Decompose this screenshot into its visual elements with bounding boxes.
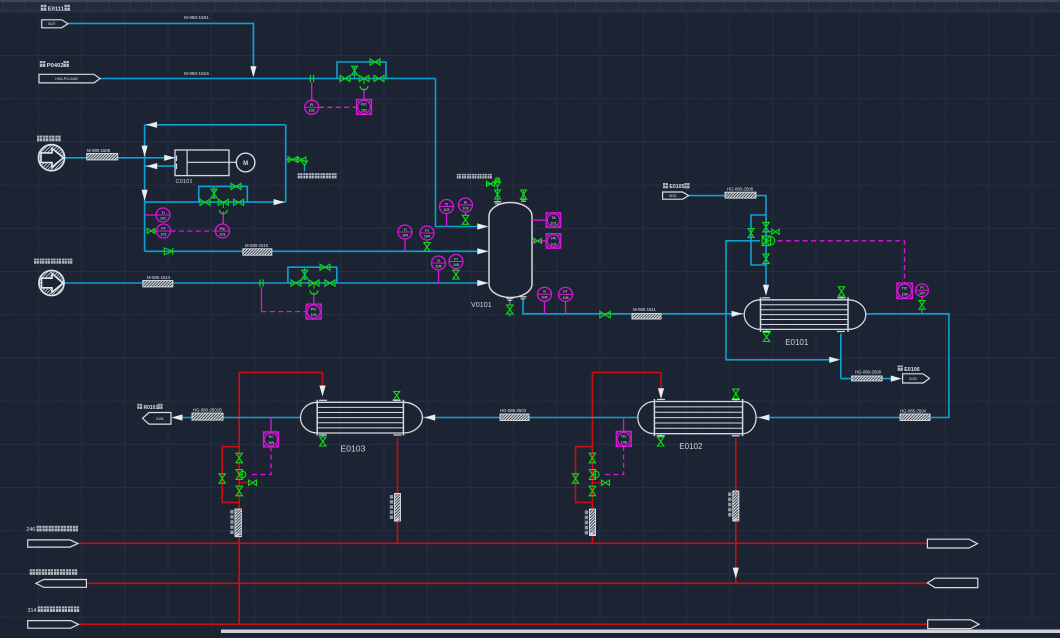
svg-text:HG-085-2504: HG-085-2504 [900, 408, 927, 413]
svg-text:105: 105 [453, 263, 459, 267]
svg-text:E0105: E0105 [669, 184, 684, 190]
svg-text:106: 106 [621, 441, 627, 445]
svg-text:104: 104 [402, 233, 408, 237]
svg-text:TIC: TIC [268, 435, 274, 439]
svg-text:HG-080-2506: HG-080-2506 [727, 186, 754, 191]
svg-text:101: 101 [160, 216, 166, 220]
svg-text:TA: TA [551, 216, 556, 220]
svg-text:TI: TI [403, 228, 406, 232]
svg-text:PI: PI [454, 257, 457, 261]
svg-text:P0402: P0402 [47, 63, 64, 69]
svg-text:0103: 0103 [909, 377, 917, 381]
svg-text:M-080-1501: M-080-1501 [184, 15, 209, 20]
svg-text:M-080-1511: M-080-1511 [633, 307, 656, 312]
svg-text:C0101: C0101 [176, 179, 193, 185]
svg-text:PI: PI [464, 201, 467, 205]
svg-text:M-080-1508: M-080-1508 [87, 148, 111, 153]
svg-text:102: 102 [309, 109, 315, 113]
svg-text:PI: PI [310, 103, 313, 107]
svg-text:FIC: FIC [361, 103, 367, 107]
svg-text:107: 107 [919, 292, 925, 296]
svg-text:106: 106 [563, 296, 569, 300]
svg-text:314: 314 [28, 608, 37, 614]
svg-text:E0101: E0101 [785, 338, 809, 347]
svg-text:M: M [243, 161, 248, 167]
svg-text:PIC: PIC [311, 307, 317, 311]
svg-text:101: 101 [551, 243, 557, 247]
svg-text:0107: 0107 [48, 22, 56, 26]
svg-text:E0102: E0102 [679, 442, 703, 451]
svg-text:M-085-1514: M-085-1514 [147, 275, 171, 280]
svg-text:R0101: R0101 [144, 405, 159, 411]
svg-text:PT: PT [563, 290, 568, 294]
svg-text:HG-080-2508: HG-080-2508 [855, 369, 882, 374]
svg-text:101: 101 [161, 232, 167, 236]
svg-text:PI: PI [425, 229, 428, 233]
svg-text:103: 103 [463, 206, 469, 210]
svg-text:PI: PI [920, 286, 923, 290]
svg-text:106: 106 [542, 296, 548, 300]
svg-text:104: 104 [424, 234, 430, 238]
svg-text:FIC: FIC [220, 227, 226, 231]
svg-text:105: 105 [436, 264, 442, 268]
svg-text:103: 103 [311, 313, 317, 317]
svg-text:PT: PT [161, 227, 166, 231]
svg-text:PA: PA [551, 237, 556, 241]
svg-text:TI: TI [543, 290, 546, 294]
svg-text:0102: 0102 [669, 194, 677, 198]
svg-text:V0101: V0101 [471, 300, 492, 309]
svg-text:TI: TI [445, 202, 448, 206]
svg-text:E0106: E0106 [904, 367, 920, 373]
svg-text:105: 105 [268, 441, 274, 445]
svg-text:HCB-PG-0402: HCB-PG-0402 [55, 77, 78, 81]
svg-text:TI: TI [161, 211, 164, 215]
svg-text:246: 246 [26, 527, 35, 533]
svg-text:HG-080-2501B: HG-080-2501B [193, 408, 222, 413]
svg-text:101: 101 [220, 232, 226, 236]
svg-text:HG-085-2503: HG-085-2503 [500, 408, 527, 413]
svg-text:E0111: E0111 [48, 7, 65, 13]
svg-text:103: 103 [444, 208, 450, 212]
svg-text:TI: TI [437, 259, 440, 263]
svg-text:M-080-1510: M-080-1510 [245, 243, 269, 248]
svg-text:TIC: TIC [621, 435, 627, 439]
svg-text:104: 104 [902, 292, 908, 296]
svg-text:M-080-1516: M-080-1516 [184, 71, 209, 76]
svg-text:101: 101 [551, 222, 557, 226]
svg-text:E0103: E0103 [341, 444, 366, 454]
svg-text:TIC: TIC [902, 287, 908, 291]
svg-text:0101: 0101 [156, 417, 164, 421]
svg-text:102: 102 [361, 109, 367, 113]
